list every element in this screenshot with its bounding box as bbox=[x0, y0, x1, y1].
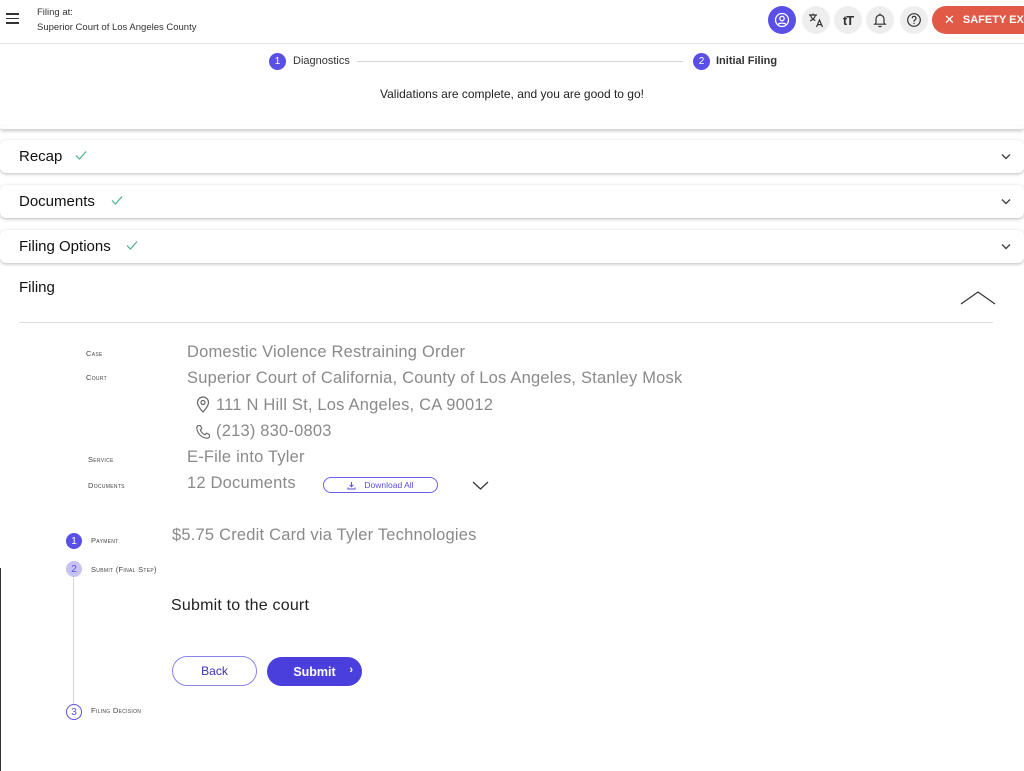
safety-exit-button[interactable]: ✕ SAFETY EXIT bbox=[932, 6, 1024, 34]
chevron-down-icon[interactable] bbox=[472, 481, 489, 490]
accordion-recap-title: Recap bbox=[19, 148, 63, 165]
menu-icon[interactable] bbox=[6, 13, 19, 24]
step-2-number: 2 bbox=[693, 53, 710, 70]
chevron-right-icon: › bbox=[349, 664, 353, 676]
documents-value: 12 Documents bbox=[187, 474, 296, 492]
step-1-number: 1 bbox=[269, 53, 286, 70]
top-header: Filing at: Superior Court of Los Angeles… bbox=[0, 0, 1024, 44]
font-size-button[interactable]: tT bbox=[834, 6, 862, 34]
court-phone: (213) 830-0803 bbox=[216, 422, 332, 440]
font-size-icon: tT bbox=[842, 12, 854, 28]
help-button[interactable] bbox=[900, 6, 928, 34]
filing-at-label: Filing at: bbox=[37, 7, 73, 18]
chevron-up-icon[interactable] bbox=[960, 290, 996, 306]
court-label: Court bbox=[86, 373, 107, 382]
submit-heading: Submit to the court bbox=[171, 597, 310, 614]
validation-card-edge bbox=[0, 126, 1024, 129]
location-pin-icon bbox=[196, 396, 210, 413]
accordion-documents[interactable]: Documents bbox=[0, 185, 1024, 218]
accordion-filing-options-title: Filing Options bbox=[19, 238, 111, 255]
court-value: Superior Court of California, County of … bbox=[187, 369, 683, 387]
accordion-recap[interactable]: Recap bbox=[0, 140, 1024, 173]
download-icon bbox=[347, 481, 356, 489]
phone-icon bbox=[196, 424, 211, 439]
bell-icon bbox=[873, 13, 887, 28]
submit-step-label: Submit (Final Step) bbox=[91, 565, 157, 574]
progress-stepper: 1 Diagnostics 2 Initial Filing bbox=[0, 48, 1024, 74]
court-address: 111 N Hill St, Los Angeles, CA 90012 bbox=[216, 396, 494, 414]
step-initial-filing[interactable]: Initial Filing bbox=[716, 55, 777, 67]
chevron-down-icon bbox=[1001, 154, 1011, 160]
check-icon bbox=[75, 151, 87, 160]
user-button[interactable] bbox=[768, 6, 796, 34]
step-diagnostics[interactable]: Diagnostics bbox=[293, 55, 350, 67]
filing-decision-label: Filing Decision bbox=[91, 706, 142, 715]
section-divider bbox=[19, 322, 993, 323]
safety-exit-label: SAFETY EXIT bbox=[962, 14, 1024, 26]
submit-button[interactable]: Submit › bbox=[267, 657, 362, 686]
close-icon: ✕ bbox=[944, 12, 955, 27]
user-icon bbox=[774, 12, 790, 28]
timeline-step-2: 2 bbox=[66, 561, 82, 577]
check-icon bbox=[111, 196, 123, 205]
timeline-step-3: 3 bbox=[66, 704, 82, 720]
help-icon bbox=[907, 13, 921, 27]
payment-value: $5.75 Credit Card via Tyler Technologies bbox=[172, 526, 477, 544]
chevron-down-icon bbox=[1001, 244, 1011, 250]
check-icon bbox=[126, 241, 138, 250]
documents-label: Documents bbox=[88, 481, 125, 490]
service-label: Service bbox=[88, 455, 114, 464]
notifications-button[interactable] bbox=[866, 6, 894, 34]
accordion-documents-title: Documents bbox=[19, 193, 95, 210]
download-all-button[interactable]: Download All bbox=[323, 477, 438, 493]
case-value: Domestic Violence Restraining Order bbox=[187, 343, 466, 361]
translate-icon bbox=[809, 13, 824, 28]
chevron-down-icon bbox=[1001, 199, 1011, 205]
accordion-filing-options[interactable]: Filing Options bbox=[0, 230, 1024, 263]
validation-message: Validations are complete, and you are go… bbox=[380, 87, 644, 101]
step-connector bbox=[357, 61, 683, 62]
translate-button[interactable] bbox=[802, 6, 830, 34]
submit-label: Submit bbox=[293, 664, 336, 679]
timeline-line bbox=[73, 577, 74, 704]
download-all-label: Download All bbox=[364, 480, 414, 490]
payment-label: Payment bbox=[91, 536, 119, 545]
timeline-step-1: 1 bbox=[66, 533, 82, 549]
service-value: E-File into Tyler bbox=[187, 448, 305, 466]
court-name: Superior Court of Los Angeles County bbox=[37, 22, 197, 33]
back-button[interactable]: Back bbox=[172, 656, 257, 686]
filing-section-title: Filing bbox=[19, 279, 55, 296]
window-edge bbox=[0, 568, 1, 771]
case-label: Case bbox=[86, 349, 103, 358]
